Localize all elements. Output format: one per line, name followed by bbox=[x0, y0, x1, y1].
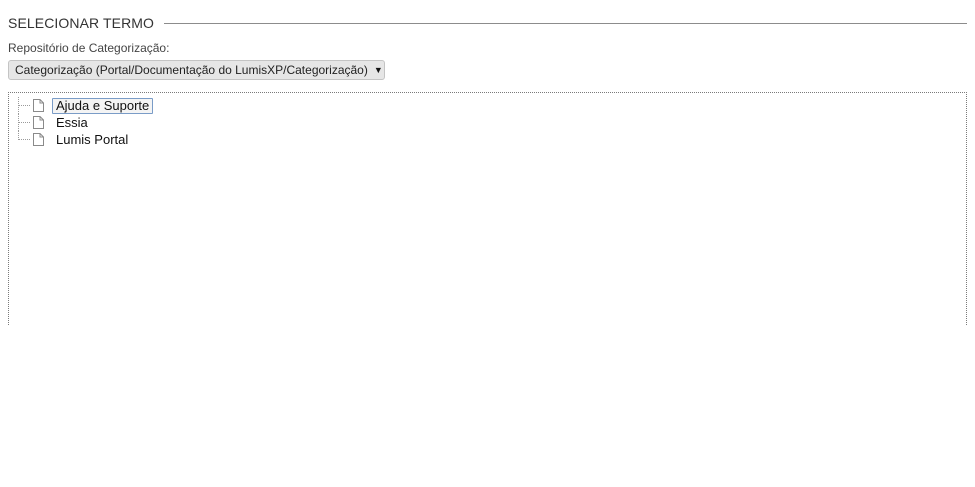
repository-select-value: Categorização (Portal/Documentação do Lu… bbox=[15, 63, 368, 77]
document-icon bbox=[33, 133, 44, 146]
tree-node-ajuda-e-suporte[interactable]: Ajuda e Suporte bbox=[9, 97, 154, 114]
repository-select[interactable]: Categorização (Portal/Documentação do Lu… bbox=[8, 60, 385, 80]
document-icon bbox=[33, 116, 44, 129]
document-icon bbox=[33, 99, 44, 112]
tree-node-label: Ajuda e Suporte bbox=[52, 97, 154, 114]
tree-node-label: Essia bbox=[56, 114, 88, 130]
tree-connector bbox=[9, 131, 31, 148]
section-title: SELECIONAR TERMO bbox=[8, 15, 155, 31]
tree-node-lumis-portal[interactable]: Lumis Portal bbox=[9, 131, 153, 148]
tree-node-essia[interactable]: Essia bbox=[9, 114, 153, 131]
section-divider bbox=[164, 23, 967, 24]
tree-node-label: Lumis Portal bbox=[56, 131, 129, 147]
section-header: SELECIONAR TERMO bbox=[8, 14, 967, 32]
triangle-down-icon: ▼ bbox=[373, 64, 383, 75]
term-tree: Ajuda e Suporte Essia Lumis Portal bbox=[9, 97, 154, 148]
tree-connector bbox=[9, 97, 31, 114]
term-tree-panel: Ajuda e Suporte Essia Lumis Portal bbox=[8, 92, 967, 325]
tree-connector bbox=[9, 114, 31, 131]
repository-label: Repositório de Categorização: bbox=[8, 41, 170, 55]
